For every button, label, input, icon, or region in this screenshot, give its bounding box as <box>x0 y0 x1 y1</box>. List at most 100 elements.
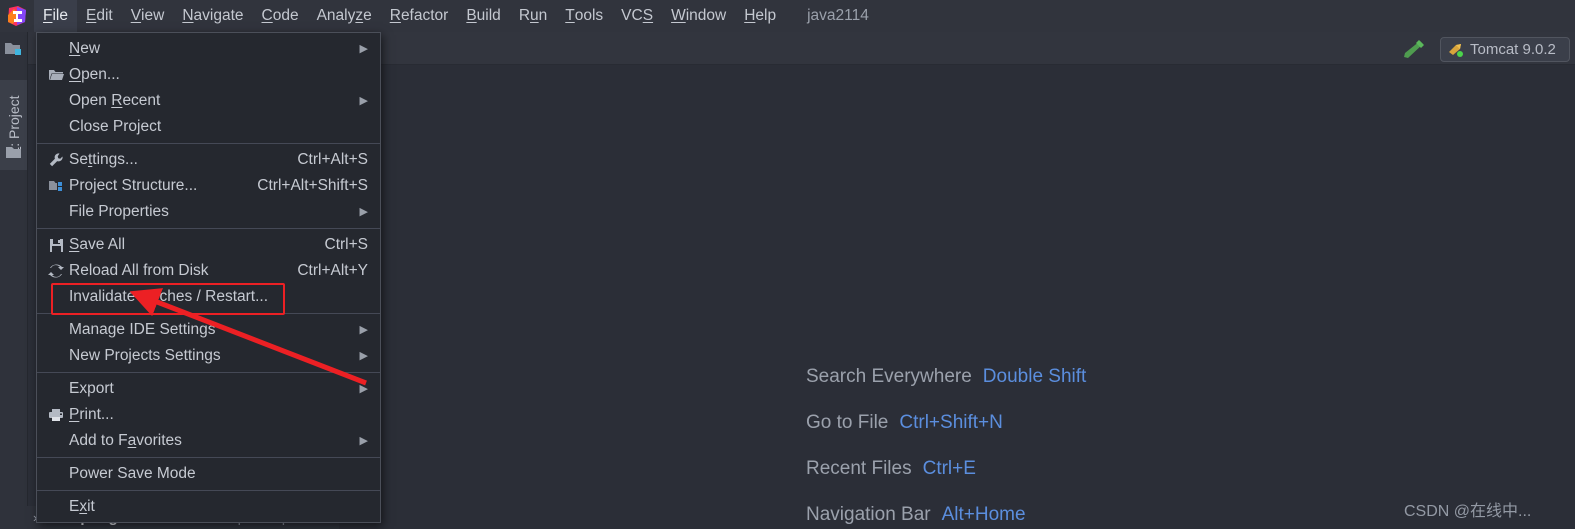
menu-item-label: Export <box>69 380 114 397</box>
menu-item-export[interactable]: Export ▶ <box>37 376 380 402</box>
editor-hint-name: Search Everywhere <box>806 366 972 387</box>
menu-item-label: New Projects Settings <box>69 347 221 364</box>
chevron-right-icon: ▶ <box>359 382 368 395</box>
window-project-name: java2114 <box>807 7 869 24</box>
editor-hint-row: Search Everywhere Double Shift <box>806 366 1446 388</box>
menu-item-reload-all-from-disk[interactable]: Reload All from Disk Ctrl+Alt+Y <box>37 258 380 284</box>
editor-hint-name: Recent Files <box>806 458 912 479</box>
menu-item-label: Project Structure... <box>69 177 198 194</box>
menu-item-label: Manage IDE Settings <box>69 321 216 338</box>
menu-item-print[interactable]: Print... <box>37 402 380 428</box>
editor-welcome-hints: Search Everywhere Double Shift Go to File C… <box>806 366 1446 529</box>
menu-item-shortcut: Ctrl+Alt+Y <box>297 262 368 279</box>
menu-item-icon-placeholder <box>45 92 67 110</box>
menu-separator <box>37 228 380 229</box>
menu-item-add-to-favorites[interactable]: Add to Favorites ▶ <box>37 428 380 454</box>
watermark-text: CSDN @在线中... <box>1404 503 1532 520</box>
menu-item-save-all[interactable]: Save All Ctrl+S <box>37 232 380 258</box>
menu-item-label: Reload All from Disk <box>69 262 209 279</box>
menu-item-icon-placeholder <box>45 203 67 221</box>
menu-item-open-recent[interactable]: Open Recent ▶ <box>37 88 380 114</box>
menu-item-icon-placeholder <box>45 288 67 306</box>
menu-item-label: Power Save Mode <box>69 465 196 482</box>
menu-item-project-structure[interactable]: Project Structure... Ctrl+Alt+Shift+S <box>37 173 380 199</box>
menu-separator <box>37 457 380 458</box>
chevron-right-icon: ▶ <box>359 94 368 107</box>
menu-item-icon-placeholder <box>45 498 67 516</box>
menu-item-icon-placeholder <box>45 321 67 339</box>
menubar-item-vcs[interactable]: VC S <box>612 0 662 32</box>
run-configuration-selector[interactable]: Tomcat 9.0.2 <box>1440 37 1570 62</box>
menu-item-close-project[interactable]: Close Project <box>37 114 380 140</box>
menu-item-label: Close Project <box>69 118 162 135</box>
project-structure-icon <box>45 177 67 195</box>
menu-item-new-projects-settings[interactable]: New Projects Settings ▶ <box>37 343 380 369</box>
menu-item-label: File Properties <box>69 203 169 220</box>
menu-item-label: Invalidate Caches / Restart... <box>69 288 269 305</box>
menubar-item-build[interactable]: Build <box>457 0 509 32</box>
menu-item-new[interactable]: New ▶ <box>37 36 380 62</box>
menu-item-shortcut: Ctrl+Alt+S <box>297 151 368 168</box>
editor-hint-row: Recent Files Ctrl+E <box>806 458 1446 480</box>
menu-item-invalidate-caches-restart[interactable]: Invalidate Caches / Restart... <box>37 284 380 310</box>
menubar-item-refactor[interactable]: Refactor <box>381 0 458 32</box>
menubar-item-navigate[interactable]: Navigate <box>173 0 252 32</box>
file-dropdown-menu[interactable]: New ▶ Open... Open Recent ▶ Close Project Sett… <box>36 32 381 523</box>
menu-item-power-save-mode[interactable]: Power Save Mode <box>37 461 380 487</box>
editor-hint-name: Navigation Bar <box>806 504 931 525</box>
menu-separator <box>37 143 380 144</box>
menu-item-label: Open... <box>69 66 120 83</box>
menu-item-open[interactable]: Open... <box>37 62 380 88</box>
menu-item-label: Settings... <box>69 151 138 168</box>
reload-icon <box>45 262 67 280</box>
editor-hint-key: Double Shift <box>982 366 1087 387</box>
menu-item-icon-placeholder <box>45 118 67 136</box>
menu-separator <box>37 490 380 491</box>
chevron-right-icon: ▶ <box>359 42 368 55</box>
menubar-item-view[interactable]: View <box>122 0 174 32</box>
editor-hint-row: Navigation Bar Alt+Home <box>806 504 1446 526</box>
print-icon <box>45 406 67 424</box>
chevron-right-icon: ▶ <box>359 205 368 218</box>
menu-item-icon-placeholder <box>45 347 67 365</box>
open-folder-icon <box>45 66 67 84</box>
chevron-right-icon: ▶ <box>359 349 368 362</box>
menubar-item-help[interactable]: Help <box>735 0 785 32</box>
menu-item-file-properties[interactable]: File Properties ▶ <box>37 199 380 225</box>
menubar-item-analyze[interactable]: Analy z e <box>308 0 381 32</box>
menu-item-label: Print... <box>69 406 114 423</box>
menu-item-shortcut: Ctrl+S <box>324 236 369 253</box>
menu-item-icon-placeholder <box>45 40 67 58</box>
menubar-item-window[interactable]: Window <box>662 0 735 32</box>
menu-item-manage-ide-settings[interactable]: Manage IDE Settings ▶ <box>37 317 380 343</box>
menu-separator <box>37 372 380 373</box>
menu-item-exit[interactable]: Exit <box>37 494 380 520</box>
menu-item-label: Exit <box>69 498 95 515</box>
menubar-item-run[interactable]: Run <box>510 0 556 32</box>
menu-item-label: Add to Favorites <box>69 432 182 449</box>
run-configuration-label: Tomcat 9.0.2 <box>1470 41 1556 58</box>
menu-item-settings[interactable]: Settings... Ctrl+Alt+S <box>37 147 380 173</box>
folder-icon[interactable] <box>4 144 24 161</box>
editor-hint-key: Ctrl+Shift+N <box>899 412 1003 433</box>
hammer-icon[interactable] <box>1398 38 1426 60</box>
left-tool-rail: 1: Project <box>0 32 28 529</box>
menubar-item-edit[interactable]: Edit <box>77 0 122 32</box>
editor-hint-row: Go to File Ctrl+Shift+N <box>806 412 1446 434</box>
menu-item-shortcut: Ctrl+Alt+Shift+S <box>257 177 368 194</box>
menubar-item-tools[interactable]: Tools <box>556 0 612 32</box>
intellij-idea-logo-icon <box>0 0 34 32</box>
menu-item-icon-placeholder <box>45 380 67 398</box>
menu-item-icon-placeholder <box>45 432 67 450</box>
intellij-idea-window: File Edit View Navigate Code Analy z e Refactor B… <box>0 0 1575 529</box>
tomcat-icon <box>1447 41 1464 58</box>
editor-hint-key: Ctrl+E <box>922 458 976 479</box>
menu-item-label: Open Recent <box>69 92 161 109</box>
menu-bar-items: File Edit View Navigate Code Analy z e Refactor B… <box>34 0 785 32</box>
menu-separator <box>37 313 380 314</box>
menubar-item-code[interactable]: Code <box>253 0 308 32</box>
project-folder-icon[interactable] <box>4 40 24 57</box>
menubar-item-file[interactable]: File <box>34 0 77 32</box>
wrench-icon <box>45 151 67 169</box>
save-icon <box>45 236 67 254</box>
